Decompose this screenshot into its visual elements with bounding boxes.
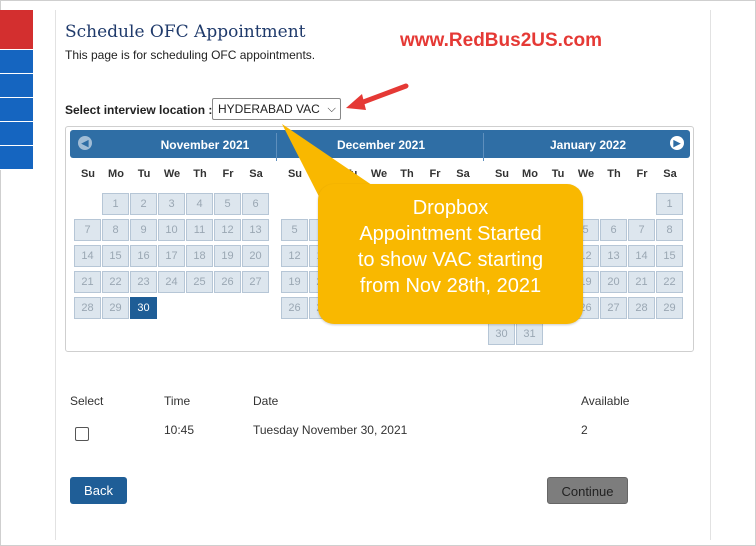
slot-checkbox[interactable] <box>75 427 89 441</box>
calendar-day: 26 <box>214 271 241 293</box>
side-nav <box>0 10 33 170</box>
slot-time: 10:45 <box>164 423 195 437</box>
calendar-day: 21 <box>74 271 101 293</box>
calendar-day: 30 <box>488 323 515 345</box>
calendar-day: 20 <box>600 271 627 293</box>
calendar-day: 13 <box>242 219 269 241</box>
calendar-day: 19 <box>281 271 308 293</box>
location-select[interactable]: HYDERABAD VAC ⌵ <box>212 98 341 120</box>
chevron-down-icon: ⌵ <box>327 103 336 115</box>
calendar-day: 19 <box>214 245 241 267</box>
weekday-label: We <box>163 168 181 180</box>
weekday-label: Mo <box>522 168 538 180</box>
weekday-label: Sa <box>249 168 263 180</box>
calendar-day: 12 <box>281 245 308 267</box>
header-date: Date <box>253 394 279 408</box>
calendar-day: 15 <box>102 245 129 267</box>
annotation-callout: Dropbox Appointment Started to show VAC … <box>318 184 583 324</box>
calendar-day: 3 <box>158 193 185 215</box>
weekday-label: We <box>577 168 595 180</box>
weekday-label: Fr <box>429 168 441 180</box>
header-available: Available <box>581 394 630 408</box>
callout-line: to show VAC starting <box>357 249 544 271</box>
header-select: Select <box>70 394 104 408</box>
prev-month-icon[interactable]: ◀ <box>78 136 92 150</box>
calendar-day: 8 <box>656 219 683 241</box>
weekday-label: Tu <box>137 168 151 180</box>
calendar-day: 13 <box>600 245 627 267</box>
calendar-day: 11 <box>186 219 213 241</box>
back-button[interactable]: Back <box>70 477 127 504</box>
page-subtitle: This page is for scheduling OFC appointm… <box>65 48 316 62</box>
red-arrow <box>346 83 409 110</box>
weekday-label: Su <box>494 168 510 180</box>
calendar-day: 22 <box>102 271 129 293</box>
page-title: Schedule OFC Appointment <box>65 22 306 42</box>
location-label: Select interview location : <box>65 103 213 117</box>
weekday-label: Th <box>193 168 207 180</box>
calendar-day: 5 <box>214 193 241 215</box>
calendar-day: 6 <box>242 193 269 215</box>
calendar-day: 7 <box>628 219 655 241</box>
weekday-label: Fr <box>636 168 648 180</box>
calendar-day: 28 <box>74 297 101 319</box>
calendar-day: 26 <box>281 297 308 319</box>
calendar-day: 1 <box>102 193 129 215</box>
calendar-day: 29 <box>102 297 129 319</box>
continue-button[interactable]: Continue <box>547 477 628 504</box>
weekday-label: Mo <box>108 168 124 180</box>
header-time: Time <box>164 394 191 408</box>
calendar-day: 4 <box>186 193 213 215</box>
watermark-text: www.RedBus2US.com <box>400 30 603 51</box>
slot-date: Tuesday November 30, 2021 <box>253 423 408 437</box>
calendar-day: 12 <box>214 219 241 241</box>
callout-line: from Nov 28th, 2021 <box>359 275 542 297</box>
slot-available: 2 <box>581 423 588 437</box>
side-nav-item[interactable] <box>0 122 33 146</box>
calendar-day: 15 <box>656 245 683 267</box>
calendar-day: 23 <box>130 271 157 293</box>
calendar-day: 8 <box>102 219 129 241</box>
weekday-label: Sa <box>663 168 677 180</box>
weekday-label: Tu <box>551 168 565 180</box>
calendar-day: 21 <box>628 271 655 293</box>
side-nav-item[interactable] <box>0 74 33 98</box>
calendar-day: 7 <box>74 219 101 241</box>
calendar-day: 27 <box>242 271 269 293</box>
callout-line: Appointment Started <box>359 223 542 245</box>
weekday-label: Su <box>80 168 96 180</box>
calendar-day: 31 <box>516 323 543 345</box>
calendar-day: 24 <box>158 271 185 293</box>
calendar-day: 22 <box>656 271 683 293</box>
side-nav-item-active[interactable] <box>0 10 33 50</box>
month-title: November 2021 <box>160 138 250 152</box>
calendar-day: 14 <box>628 245 655 267</box>
location-select-value: HYDERABAD VAC <box>218 102 320 116</box>
callout-line: Dropbox <box>412 197 489 219</box>
weekday-label: Sa <box>456 168 470 180</box>
calendar-day: 20 <box>242 245 269 267</box>
side-nav-item[interactable] <box>0 146 33 170</box>
next-month-icon[interactable]: ▶ <box>670 136 684 150</box>
calendar-day: 1 <box>656 193 683 215</box>
calendar-day: 14 <box>74 245 101 267</box>
calendar-day: 6 <box>600 219 627 241</box>
calendar-day: 17 <box>158 245 185 267</box>
calendar-day: 9 <box>130 219 157 241</box>
calendar-day: 25 <box>186 271 213 293</box>
calendar-day: 2 <box>130 193 157 215</box>
calendar-day: 16 <box>130 245 157 267</box>
calendar-day: 10 <box>158 219 185 241</box>
calendar-day-selected[interactable]: 30 <box>130 297 157 319</box>
side-nav-item[interactable] <box>0 50 33 74</box>
calendar-day: 28 <box>628 297 655 319</box>
side-nav-item[interactable] <box>0 98 33 122</box>
month-title: January 2022 <box>549 138 627 152</box>
calendar-day: 18 <box>186 245 213 267</box>
weekday-label: Fr <box>222 168 234 180</box>
calendar-day: 29 <box>656 297 683 319</box>
calendar-day: 27 <box>600 297 627 319</box>
weekday-label: Th <box>607 168 621 180</box>
